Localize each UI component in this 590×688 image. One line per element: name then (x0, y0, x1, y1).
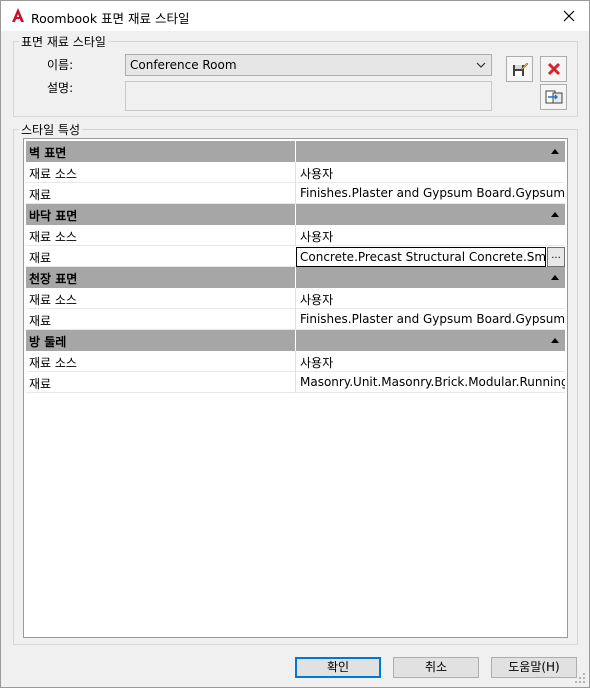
category-label: 방 둘레 (29, 335, 67, 349)
property-row[interactable]: 재료 Finishes.Plaster and Gypsum Board.Gyp… (26, 309, 565, 330)
property-row[interactable]: 재료 소스 사용자 (26, 351, 565, 372)
property-key: 재료 (29, 377, 52, 391)
category-floor-surface[interactable]: 바닥 표면 (26, 204, 565, 225)
property-row[interactable]: 재료 소스 사용자 (26, 288, 565, 309)
property-key: 재료 소스 (29, 293, 77, 307)
category-label: 벽 표면 (29, 146, 67, 160)
property-row-editing[interactable]: 재료 Concrete.Precast Structural Concrete.… (26, 246, 565, 267)
property-key: 재료 소스 (29, 230, 77, 244)
delete-style-button[interactable] (540, 56, 567, 82)
property-value[interactable]: 사용자 (295, 225, 565, 246)
save-edit-icon (512, 62, 528, 76)
name-label: 이름: (47, 58, 74, 72)
browse-ellipsis-button[interactable]: ... (547, 247, 565, 267)
category-wall-surface[interactable]: 벽 표면 (26, 141, 565, 162)
name-dropdown-value: Conference Room (130, 58, 237, 72)
property-row[interactable]: 재료 소스 사용자 (26, 225, 565, 246)
dialog-window: Roombook 표면 재료 스타일 표면 재료 스타일 이름: Confere… (0, 0, 590, 688)
property-grid: 벽 표면 재료 소스 사용자 재료 Finishes.Plaster and G… (23, 138, 568, 638)
collapse-icon[interactable] (551, 338, 559, 343)
property-row[interactable]: 재료 Masonry.Unit.Masonry.Brick.Modular.Ru… (26, 372, 565, 393)
name-dropdown[interactable]: Conference Room (125, 54, 492, 76)
cancel-button[interactable]: 취소 (393, 657, 479, 678)
collapse-icon[interactable] (551, 275, 559, 280)
collapse-icon[interactable] (551, 149, 559, 154)
title-bar: Roombook 표면 재료 스타일 (1, 1, 589, 31)
collapse-icon[interactable] (551, 212, 559, 217)
chevron-down-icon (476, 62, 486, 68)
close-icon (563, 10, 575, 22)
save-style-button[interactable] (506, 56, 533, 82)
ok-button[interactable]: 확인 (295, 657, 381, 678)
property-row[interactable]: 재료 소스 사용자 (26, 162, 565, 183)
style-properties-group-label: 스타일 특성 (19, 121, 83, 138)
property-row[interactable]: 재료 Finishes.Plaster and Gypsum Board.Gyp… (26, 183, 565, 204)
surface-style-group-label: 표면 재료 스타일 (19, 33, 108, 50)
property-value[interactable]: 사용자 (295, 162, 565, 183)
delete-x-icon (547, 62, 560, 76)
property-key: 재료 (29, 188, 52, 202)
property-value[interactable]: 사용자 (295, 288, 565, 309)
category-label: 바닥 표면 (29, 209, 78, 223)
import-style-button[interactable] (540, 84, 567, 110)
property-value[interactable]: Finishes.Plaster and Gypsum Board.Gypsum… (295, 183, 565, 204)
import-export-icon (545, 90, 562, 104)
close-button[interactable] (549, 1, 589, 31)
category-label: 천장 표면 (29, 272, 78, 286)
category-ceiling-surface[interactable]: 천장 표면 (26, 267, 565, 288)
resize-grip-icon[interactable] (574, 672, 586, 684)
description-field[interactable] (125, 81, 492, 111)
category-room-perimeter[interactable]: 방 둘레 (26, 330, 565, 351)
material-edit-field[interactable]: Concrete.Precast Structural Concrete.Smo… (296, 247, 546, 267)
window-title: Roombook 표면 재료 스타일 (31, 11, 190, 26)
autocad-app-icon (12, 8, 24, 22)
property-key: 재료 소스 (29, 356, 77, 370)
property-key: 재료 소스 (29, 167, 77, 181)
property-value[interactable]: Masonry.Unit.Masonry.Brick.Modular.Runni… (295, 372, 565, 393)
property-value[interactable]: Finishes.Plaster and Gypsum Board.Gypsum… (295, 309, 565, 330)
property-key: 재료 (29, 251, 52, 265)
property-key: 재료 (29, 314, 52, 328)
help-button[interactable]: 도움말(H) (491, 657, 577, 678)
description-label: 설명: (47, 81, 74, 95)
property-value[interactable]: 사용자 (295, 351, 565, 372)
